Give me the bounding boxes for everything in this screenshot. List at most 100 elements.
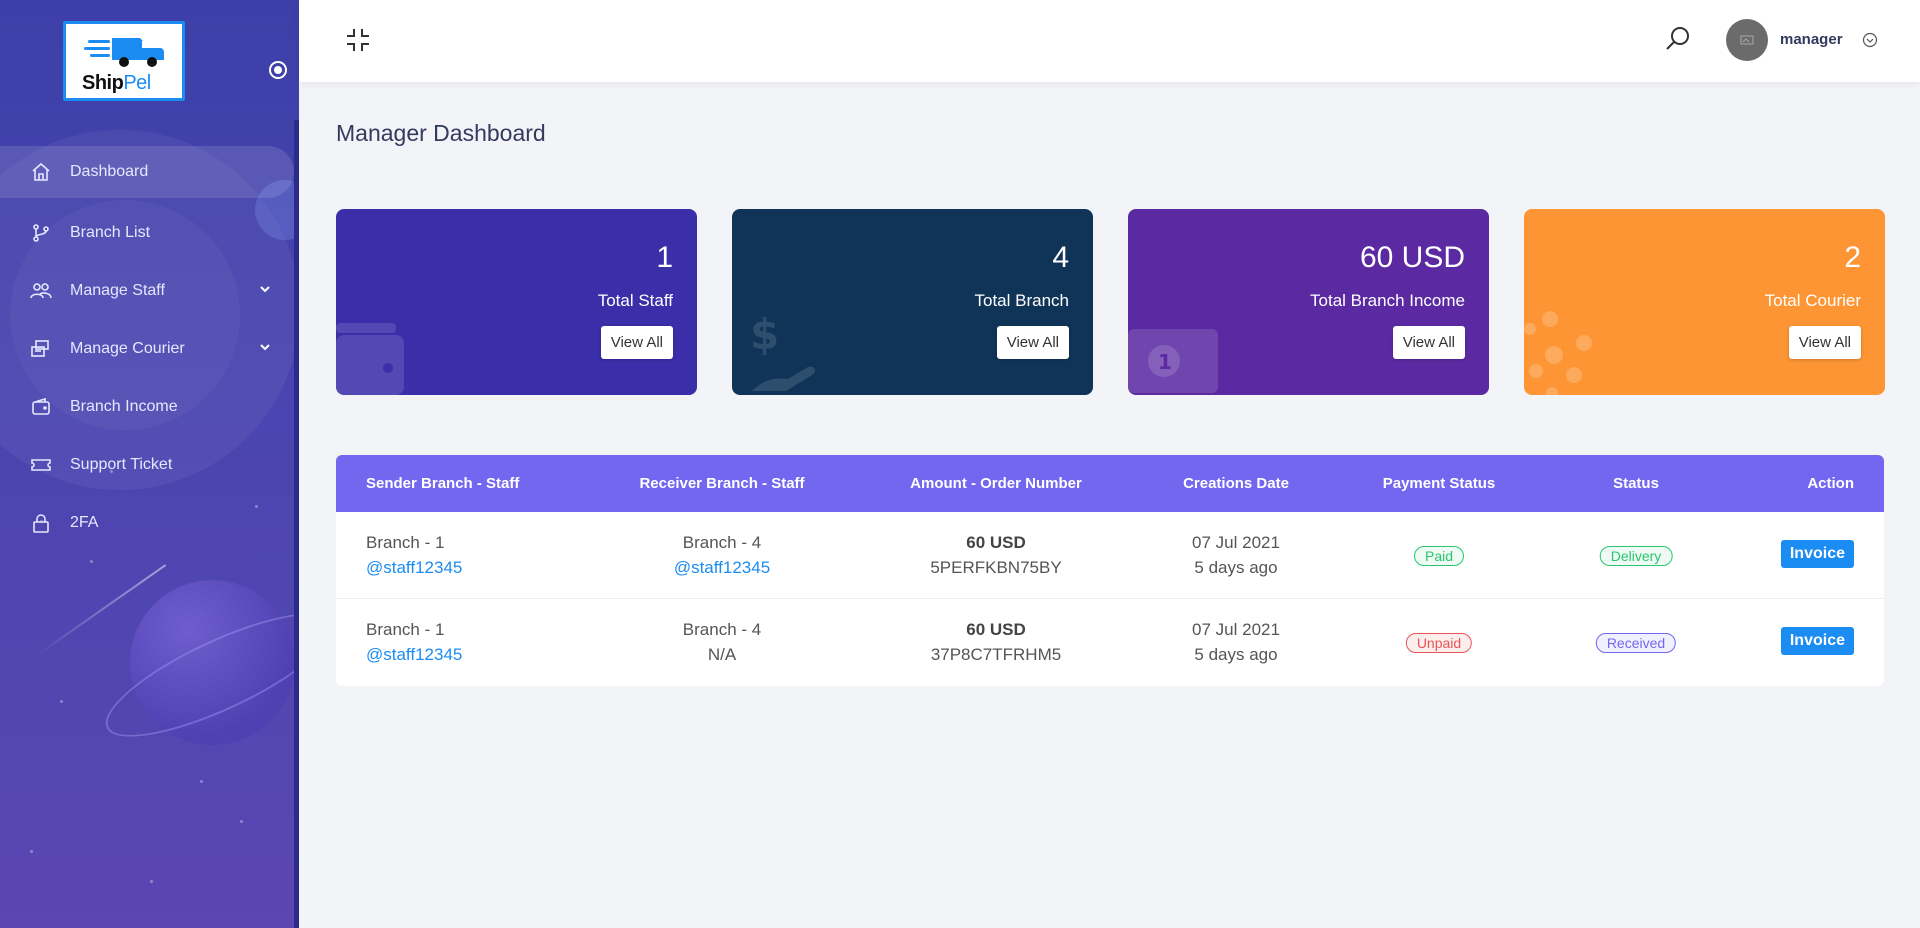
chevron-down-circle-icon[interactable] xyxy=(1862,32,1878,48)
receiver-branch: Branch - 4 xyxy=(682,620,762,639)
column-header: Creations Date xyxy=(1183,475,1289,492)
sidebar-toggle[interactable] xyxy=(269,61,287,79)
sender-cell: Branch - 1 @staff12345 xyxy=(366,530,462,580)
sender-staff-link[interactable]: @staff12345 xyxy=(366,555,462,580)
table-header: Sender Branch - Staff Receiver Branch - … xyxy=(336,455,1884,512)
star-decoration xyxy=(30,850,33,853)
top-header: manager xyxy=(299,0,1920,82)
view-all-staff-button[interactable]: View All xyxy=(600,326,673,359)
star-decoration xyxy=(60,700,63,703)
sidebar-item-branch-income[interactable]: Branch Income xyxy=(0,378,299,436)
payment-status-badge: Unpaid xyxy=(1405,633,1473,653)
chevron-down-icon xyxy=(260,344,270,351)
receiver-cell: Branch - 4 @staff12345 xyxy=(674,530,770,580)
view-all-branch-button[interactable]: View All xyxy=(996,326,1069,359)
sidebar-item-label: Dashboard xyxy=(70,163,149,180)
sidebar-item-manage-courier[interactable]: Manage Courier xyxy=(0,320,299,378)
stat-value: 1 xyxy=(656,241,673,274)
chevron-down-icon xyxy=(260,286,270,293)
order-number: 5PERFKBN75BY xyxy=(930,558,1062,577)
column-header: Payment Status xyxy=(1382,475,1496,492)
receiver-cell: Branch - 4 N/A xyxy=(683,617,761,667)
sidebar-item-label: 2FA xyxy=(70,514,99,531)
search-icon[interactable] xyxy=(1665,26,1691,52)
lock-icon xyxy=(30,512,52,534)
column-header: Sender Branch - Staff xyxy=(366,475,520,492)
sidebar-nav: Dashboard Branch List Manage Staff Manag… xyxy=(0,146,299,552)
stat-card-total-branch-income: 1 60 USD Total Branch Income View All xyxy=(1128,209,1489,395)
brand-name: ShipPel xyxy=(82,72,151,94)
star-decoration xyxy=(200,780,203,783)
payment-status-badge: Paid xyxy=(1413,546,1465,566)
amount: 60 USD xyxy=(966,620,1026,639)
ticket-icon xyxy=(30,454,52,476)
svg-text:$: $ xyxy=(750,310,779,359)
sidebar-item-2fa[interactable]: 2FA xyxy=(0,494,299,552)
star-decoration xyxy=(240,820,243,823)
invoice-button[interactable]: Invoice xyxy=(1780,540,1854,568)
stat-value: 60 USD xyxy=(1359,241,1465,274)
money-bill-icon: 1 xyxy=(1128,329,1218,393)
star-decoration xyxy=(150,880,153,883)
stat-card-total-branch: $ 4 Total Branch View All xyxy=(732,209,1093,395)
sidebar-item-label: Support Ticket xyxy=(70,456,173,473)
table-row: Branch - 1 @staff12345 Branch - 4 N/A 60… xyxy=(336,599,1884,686)
stat-label: Total Courier xyxy=(1764,291,1861,310)
stat-card-total-staff: 1 Total Staff View All xyxy=(336,209,697,395)
sidebar-item-branch-list[interactable]: Branch List xyxy=(0,204,299,262)
avatar[interactable] xyxy=(1726,19,1768,61)
sender-staff-link[interactable]: @staff12345 xyxy=(366,642,462,667)
page-title: Manager Dashboard xyxy=(336,120,546,146)
fullscreen-exit-icon[interactable] xyxy=(345,27,371,53)
stat-label: Total Branch Income xyxy=(1310,291,1465,310)
brand-logo[interactable]: ShipPel xyxy=(63,21,185,101)
column-header: Status xyxy=(1613,475,1659,492)
stat-value: 4 xyxy=(1052,241,1069,274)
stat-label: Total Staff xyxy=(597,291,673,310)
view-all-income-button[interactable]: View All xyxy=(1392,326,1465,359)
sender-branch: Branch - 1 xyxy=(366,620,445,639)
amount-cell: 60 USD 5PERFKBN75BY xyxy=(930,530,1061,580)
stat-value: 2 xyxy=(1844,241,1861,274)
status-badge: Delivery xyxy=(1599,546,1673,566)
courier-icon xyxy=(30,338,52,360)
image-placeholder-icon xyxy=(1740,35,1754,45)
wallet-icon xyxy=(336,323,404,395)
amount-cell: 60 USD 37P8C7TFRHM5 xyxy=(931,617,1061,667)
sidebar-item-dashboard[interactable]: Dashboard xyxy=(0,146,294,198)
view-all-courier-button[interactable]: View All xyxy=(1788,326,1861,359)
receiver-branch: Branch - 4 xyxy=(682,533,762,552)
hand-dollar-icon: $ xyxy=(750,310,815,391)
sidebar-item-manage-staff[interactable]: Manage Staff xyxy=(0,262,299,320)
date-cell: 07 Jul 2021 5 days ago xyxy=(1192,530,1280,580)
column-header: Action xyxy=(1807,475,1854,492)
sender-branch: Branch - 1 xyxy=(366,533,445,552)
sender-cell: Branch - 1 @staff12345 xyxy=(366,617,462,667)
stat-label: Total Branch xyxy=(974,291,1070,310)
sidebar-item-label: Manage Courier xyxy=(70,340,185,357)
relative-date: 5 days ago xyxy=(1194,558,1278,577)
sidebar: ShipPel Dashboard Branch List Manage Sta… xyxy=(0,0,299,928)
date-cell: 07 Jul 2021 5 days ago xyxy=(1192,617,1280,667)
courier-table: Sender Branch - Staff Receiver Branch - … xyxy=(336,455,1884,686)
invoice-button[interactable]: Invoice xyxy=(1780,627,1854,655)
user-name[interactable]: manager xyxy=(1780,31,1843,48)
status-badge: Received xyxy=(1595,633,1677,653)
column-header: Receiver Branch - Staff xyxy=(639,475,805,492)
sidebar-item-support-ticket[interactable]: Support Ticket xyxy=(0,436,299,494)
table-row: Branch - 1 @staff12345 Branch - 4 @staff… xyxy=(336,512,1884,599)
amount: 60 USD xyxy=(966,533,1026,552)
receiver-staff-link[interactable]: @staff12345 xyxy=(674,555,770,580)
creation-date: 07 Jul 2021 xyxy=(1192,533,1280,552)
creation-date: 07 Jul 2021 xyxy=(1192,620,1280,639)
truck-icon xyxy=(84,38,164,67)
star-decoration xyxy=(90,560,93,563)
wallet-icon xyxy=(30,396,52,418)
stat-card-total-courier: 2 Total Courier View All xyxy=(1524,209,1885,395)
sidebar-item-label: Branch Income xyxy=(70,398,178,415)
receiver-staff: N/A xyxy=(707,645,737,664)
branch-icon xyxy=(30,222,52,244)
bubbles-icon xyxy=(1524,311,1592,395)
column-header: Amount - Order Number xyxy=(910,475,1082,492)
sidebar-item-label: Manage Staff xyxy=(70,282,165,299)
